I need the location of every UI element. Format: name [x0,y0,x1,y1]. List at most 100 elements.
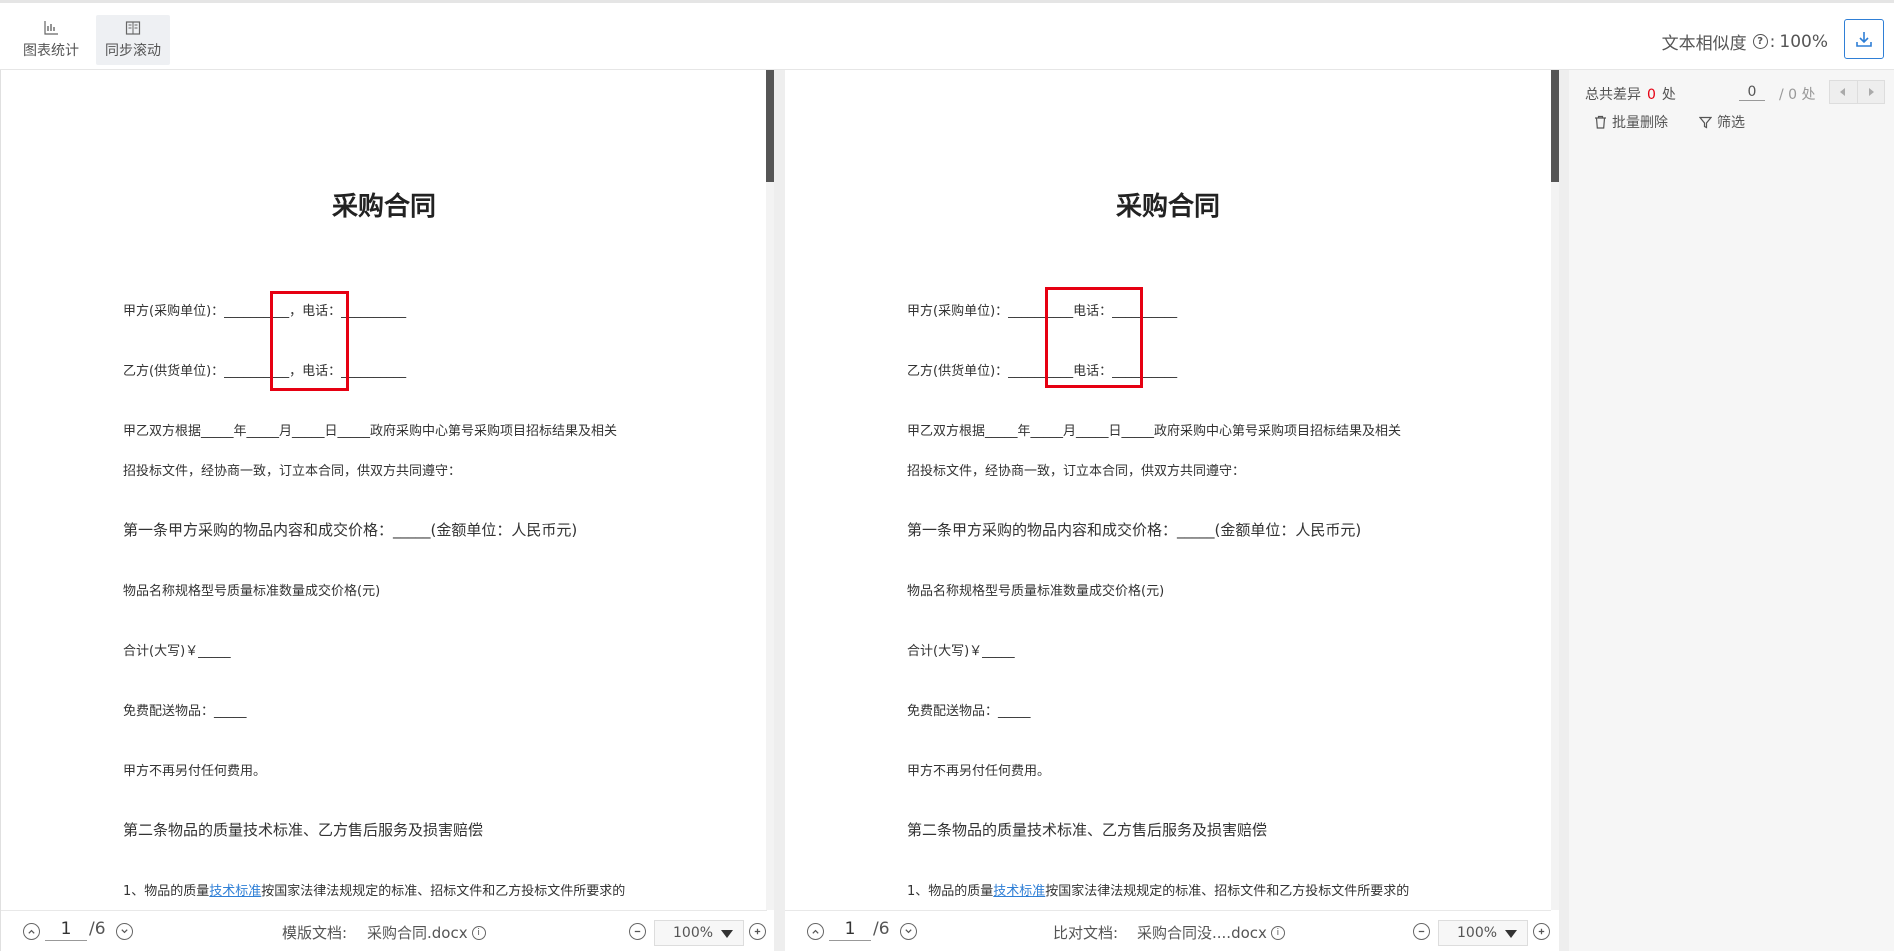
scrollbar-thumb[interactable] [1551,70,1559,182]
doc-type-label: 比对文档: [1053,924,1119,942]
help-icon[interactable]: ? [1752,34,1768,49]
doc-filename: 采购合同.docx i [367,922,486,943]
document-footer: 1 /6 比对文档: 采购合同没....docx i 100% [785,910,1551,951]
doc-line: 招投标文件，经协商一致，订立本合同，供双方共同遵守： [907,464,1246,479]
doc-text: 按国家法律法规规定的标准、招标文件和乙方投标文件所要求的 [261,884,626,899]
doc-filename-text: 采购合同.docx [367,924,468,942]
doc-line: 免费配送物品：_____ [907,704,1031,719]
page-number-input[interactable]: 1 [829,919,871,941]
zoom-select[interactable]: 100% [1438,920,1528,946]
similarity-value: 100% [1779,31,1828,52]
template-document-pane: 采购合同 甲方(采购单位)：__________，电话：__________ 乙… [0,70,774,951]
zoom-select[interactable]: 100% [654,920,744,946]
doc-line: 第一条甲方采购的物品内容和成交价格：_____(金额单位：人民币元) [123,521,578,539]
term-link[interactable]: 技术标准 [993,884,1045,899]
bar-chart-icon [44,21,58,35]
diff-total-unit: 处 [1661,87,1676,103]
chart-stats-button[interactable]: 图表统计 [14,15,88,65]
chevron-down-icon [905,929,912,934]
similarity-label: 文本相似度 [1661,34,1747,54]
filter-button[interactable]: 筛选 [1699,112,1745,132]
next-diff-button[interactable] [1858,81,1885,103]
doc-line: 甲乙双方根据_____年_____月_____日_____政府采购中心第号采购项… [123,424,618,439]
doc-text: 按国家法律法规规定的标准、招标文件和乙方投标文件所要求的 [1045,884,1410,899]
doc-line: 甲乙双方根据_____年_____月_____日_____政府采购中心第号采购项… [907,424,1402,439]
document-footer: 1 /6 模版文档: 采购合同.docx i 100% [1,910,767,951]
filter-label: 筛选 [1717,115,1745,131]
minus-icon [634,930,641,933]
doc-title: 采购合同 [1115,192,1220,222]
page-total: /6 [873,919,890,939]
scrollbar-thumb[interactable] [766,70,774,182]
doc-filename-text: 采购合同没....docx [1137,924,1267,942]
doc-line: 乙方(供货单位)：__________，电话：__________ [123,364,407,379]
doc-text: 1、物品的质量 [907,884,994,899]
pane-divider [774,70,785,951]
caret-down-icon [721,930,733,938]
chart-stats-label: 图表统计 [23,43,79,59]
diff-summary: 总共差异 0 处 [1585,84,1676,104]
doc-text: 1、物品的质量 [123,884,210,899]
doc-title: 采购合同 [331,192,436,222]
document-page: 采购合同 甲方(采购单位)：__________，电话：__________ 乙… [1,70,767,910]
next-page-button[interactable] [116,923,133,940]
term-link[interactable]: 技术标准 [209,884,261,899]
diff-total-label: 总共差异 [1585,87,1641,103]
columns-icon [125,21,141,35]
zoom-in-button[interactable] [749,923,766,940]
prev-page-button[interactable] [807,923,824,940]
doc-line: 合计(大写)￥_____ [907,644,1015,659]
prev-diff-button[interactable] [1830,81,1858,103]
diff-side-panel: 总共差异 0 处 0 / 0 处 批量删除 筛选 [1569,70,1894,951]
doc-line: 甲方(采购单位)：__________，电话：__________ [123,304,407,319]
filter-icon [1699,116,1712,128]
doc-line: 招投标文件，经协商一致，订立本合同，供双方共同遵守： [123,464,462,479]
doc-line: 第一条甲方采购的物品内容和成交价格：_____(金额单位：人民币元) [907,521,1362,539]
minus-icon [1418,930,1425,933]
doc-line: 甲方不再另付任何费用。 [907,764,1051,779]
scrollbar-track[interactable] [1551,70,1559,910]
zoom-in-button[interactable] [1533,923,1550,940]
zoom-out-button[interactable] [629,923,646,940]
doc-line: 1、物品的质量技术标准按国家法律法规规定的标准、招标文件和乙方投标文件所要求的 [123,880,625,899]
similarity-indicator: 文本相似度 ? : 100% [1661,29,1828,55]
sync-scroll-button[interactable]: 同步滚动 [96,15,170,65]
doc-line: 甲方不再另付任何费用。 [123,764,267,779]
doc-filename: 采购合同没....docx i [1137,922,1285,943]
download-button[interactable] [1844,19,1884,59]
doc-line: 1、物品的质量技术标准按国家法律法规规定的标准、招标文件和乙方投标文件所要求的 [907,880,1409,899]
document-page: 采购合同 甲方(采购单位)：__________电话：__________ 乙方… [785,70,1551,910]
doc-line: 第二条物品的质量技术标准、乙方售后服务及损害赔偿 [123,821,484,839]
doc-line: 免费配送物品：_____ [123,704,247,719]
pane-divider [1559,70,1569,951]
batch-delete-button[interactable]: 批量删除 [1594,112,1668,132]
zoom-value: 100% [1457,925,1498,941]
zoom-out-button[interactable] [1413,923,1430,940]
doc-line: 物品名称规格型号质量标准数量成交价格(元) [907,584,1165,599]
diff-nav-arrows [1829,80,1885,104]
sync-scroll-label: 同步滚动 [105,43,161,59]
doc-line: 合计(大写)￥_____ [123,644,231,659]
chevron-up-icon [812,929,819,934]
info-icon[interactable]: i [471,925,486,940]
chevron-down-icon [121,929,128,934]
batch-delete-label: 批量删除 [1612,115,1668,131]
caret-down-icon [1505,930,1517,938]
top-toolbar: 图表统计 同步滚动 文本相似度 ? : 100% [0,0,1894,70]
caret-left-icon [1840,88,1846,96]
prev-page-button[interactable] [23,923,40,940]
chevron-up-icon [28,929,35,934]
page-number-input[interactable]: 1 [45,919,87,941]
diff-index-total: / 0 处 [1779,87,1816,103]
diff-highlight-box[interactable] [1045,287,1143,388]
diff-highlight-box[interactable] [270,291,349,391]
next-page-button[interactable] [900,923,917,940]
scrollbar-track[interactable] [766,70,774,910]
diff-index-input[interactable]: 0 [1739,84,1765,101]
info-icon[interactable]: i [1270,925,1285,940]
plus-icon [754,928,761,935]
trash-icon [1595,115,1606,129]
caret-right-icon [1868,88,1874,96]
similarity-colon: : [1769,31,1776,52]
diff-total-count: 0 [1647,87,1656,103]
